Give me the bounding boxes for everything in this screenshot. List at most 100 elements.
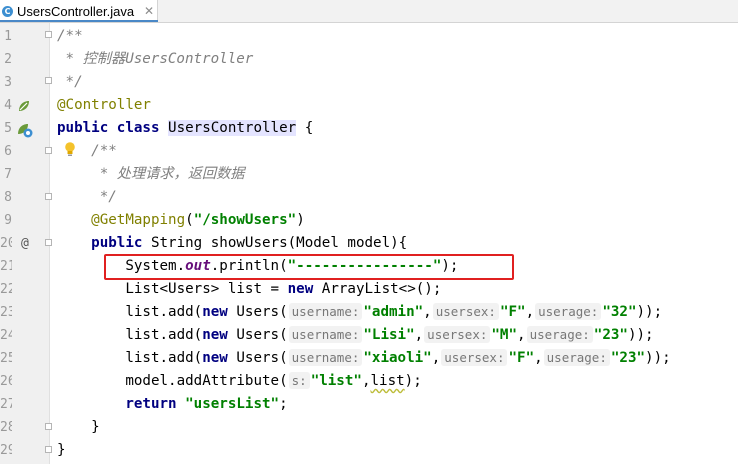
highlight-box	[104, 254, 514, 280]
code-token: ArrayList<>();	[321, 281, 442, 297]
code-token: list.add(	[57, 350, 203, 366]
code-token: (	[185, 212, 194, 228]
code-token: }	[57, 442, 66, 458]
code-text[interactable]: list.add(new Users(username: "xiaoli", use…	[57, 347, 671, 370]
fold-marker[interactable]	[45, 423, 52, 430]
line-number: 2	[4, 52, 12, 67]
line-number: 7	[4, 167, 12, 182]
line-number: 5	[4, 121, 12, 136]
spring-bean-icon[interactable]	[16, 98, 32, 114]
code-line[interactable]: 1 /**	[0, 25, 738, 48]
code-text[interactable]: List<Users> list = new ArrayList<>();	[57, 278, 441, 301]
code-token: Users(	[236, 304, 288, 320]
line-number: 26	[0, 374, 12, 389]
editor-tab-bar: C UsersController.java ✕	[0, 0, 738, 23]
code-text[interactable]: @Controller	[57, 94, 151, 117]
fold-marker[interactable]	[45, 239, 52, 246]
line-number: 25	[0, 351, 12, 366]
code-token: "list"	[310, 373, 362, 389]
code-line[interactable]: 8 */	[0, 186, 738, 209]
code-text[interactable]: list.add(new Users(username: "Lisi", users…	[57, 324, 654, 347]
override-marker-icon[interactable]: @	[21, 236, 29, 251]
code-token: "F"	[508, 350, 535, 366]
parameter-hint: username:	[288, 349, 363, 366]
code-token: "/showUsers"	[193, 212, 297, 228]
code-token: "xiaoli"	[363, 350, 432, 366]
code-token: ));	[627, 327, 654, 343]
code-line[interactable]: 25 list.add(new Users(username: "xiaoli",…	[0, 347, 738, 370]
code-text[interactable]: @GetMapping("/showUsers")	[57, 209, 305, 232]
code-token: }	[57, 419, 100, 435]
code-line[interactable]: 24 list.add(new Users(username: "Lisi", us…	[0, 324, 738, 347]
code-token: ,	[423, 304, 432, 320]
code-token: "usersList"	[185, 396, 280, 412]
code-text[interactable]: */	[57, 71, 83, 94]
code-text[interactable]: model.addAttribute(s: "list",list);	[57, 370, 422, 393]
code-text[interactable]: * 处理请求，返回数据	[57, 163, 245, 186]
code-line[interactable]: 7 * 处理请求，返回数据	[0, 163, 738, 186]
code-token: new	[202, 304, 237, 320]
code-line[interactable]: 27 return "usersList";	[0, 393, 738, 416]
code-text[interactable]: public String showUsers(Model model){	[57, 232, 407, 255]
code-token: list.add(	[57, 327, 203, 343]
parameter-hint: usersex:	[432, 303, 499, 320]
code-text[interactable]: }	[57, 439, 66, 462]
fold-marker[interactable]	[45, 77, 52, 84]
fold-marker[interactable]	[45, 147, 52, 154]
code-line[interactable]: 4 @Controller	[0, 94, 738, 117]
code-line[interactable]: 22 List<Users> list = new ArrayList<>();	[0, 278, 738, 301]
file-tab[interactable]: C UsersController.java ✕	[0, 0, 158, 22]
line-number: 29	[0, 443, 12, 458]
code-line[interactable]: 29}	[0, 439, 738, 462]
code-text[interactable]: list.add(new Users(username: "admin", user…	[57, 301, 662, 324]
code-token: "32"	[602, 304, 637, 320]
code-token: "Lisi"	[363, 327, 415, 343]
code-token: {	[296, 120, 314, 136]
close-icon[interactable]: ✕	[144, 4, 154, 18]
line-number: 20	[0, 236, 12, 251]
code-token: "23"	[610, 350, 646, 366]
code-token: * 控制器UsersController	[57, 51, 254, 67]
code-token: */	[57, 74, 83, 90]
code-token: "F"	[499, 304, 526, 320]
code-text[interactable]: }	[57, 416, 100, 439]
code-token: list	[370, 373, 405, 389]
code-line[interactable]: 20 public String showUsers(Model model){	[0, 232, 738, 255]
parameter-hint: usersex:	[424, 326, 491, 343]
line-number: 28	[0, 420, 12, 435]
code-text[interactable]: */	[57, 186, 117, 209]
code-token: */	[57, 189, 117, 205]
code-token: "M"	[491, 327, 518, 343]
code-line[interactable]: 6 /**	[0, 140, 738, 163]
parameter-hint: username:	[288, 326, 363, 343]
fold-marker[interactable]	[45, 446, 52, 453]
code-text[interactable]: /**	[57, 25, 83, 48]
code-token: ,	[525, 304, 535, 320]
code-token: new	[202, 327, 237, 343]
code-line[interactable]: 3 */	[0, 71, 738, 94]
code-text[interactable]: return "usersList";	[57, 393, 287, 416]
lightbulb-icon[interactable]	[63, 141, 77, 157]
code-token: ));	[645, 350, 671, 366]
code-line[interactable]: 2 * 控制器UsersController	[0, 48, 738, 71]
code-token: Users(	[236, 350, 288, 366]
code-line[interactable]: 26 model.addAttribute(s: "list",list);	[0, 370, 738, 393]
code-text[interactable]: public class UsersController {	[57, 117, 313, 140]
fold-marker[interactable]	[45, 193, 52, 200]
tab-title: UsersController.java	[17, 3, 135, 19]
code-token: public class	[57, 120, 169, 136]
spring-controller-icon[interactable]	[16, 121, 34, 139]
code-line[interactable]: 9 @GetMapping("/showUsers")	[0, 209, 738, 232]
code-line[interactable]: 5 public class UsersController {	[0, 117, 738, 140]
line-number: 6	[4, 144, 12, 159]
code-text[interactable]: * 控制器UsersController	[57, 48, 254, 71]
active-tab-indicator	[0, 20, 158, 22]
code-token: model.addAttribute(	[57, 373, 288, 389]
fold-marker[interactable]	[45, 31, 52, 38]
code-line[interactable]: 23 list.add(new Users(username: "admin", u…	[0, 301, 738, 324]
code-token: @Controller	[57, 97, 151, 113]
code-line[interactable]: 28 }	[0, 416, 738, 439]
